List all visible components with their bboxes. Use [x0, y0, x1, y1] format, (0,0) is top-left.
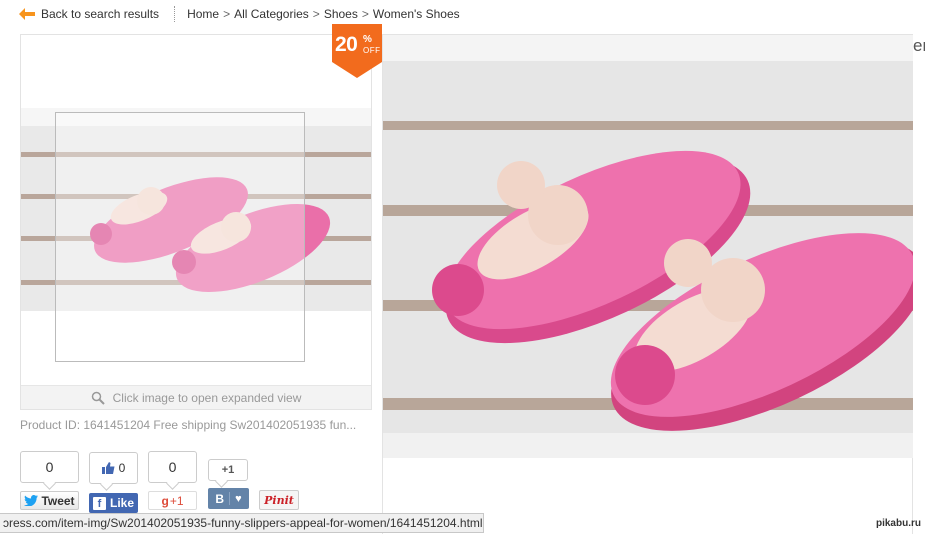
enlarged-image-panel — [382, 34, 913, 534]
top-navigation: Back to search results Home > All Catego… — [18, 6, 460, 22]
breadcrumb-shoes[interactable]: Shoes — [324, 7, 358, 21]
twitter-count: 0 — [20, 451, 79, 483]
facebook-count: 0 — [89, 452, 138, 484]
facebook-count-value: 0 — [118, 461, 126, 475]
pinterest-button[interactable]: Pinit — [259, 490, 299, 510]
expand-image-hint[interactable]: Click image to open expanded view — [21, 385, 371, 409]
discount-off: OFF — [363, 46, 381, 55]
gplus-button[interactable]: g +1 — [148, 491, 197, 510]
product-image-thumbnail[interactable]: Click image to open expanded view — [20, 34, 372, 410]
back-to-search-link[interactable]: Back to search results — [41, 7, 159, 21]
breadcrumb-separator: > — [223, 7, 231, 21]
discount-value: 20 — [335, 33, 358, 56]
twitter-bird-icon — [24, 495, 39, 506]
vk-count: +1 — [208, 459, 248, 481]
breadcrumb-all-categories[interactable]: All Categories — [234, 7, 309, 21]
heart-icon: ♥ — [235, 492, 242, 505]
discount-percent: % — [363, 34, 372, 45]
discount-badge: 20 % OFF — [332, 24, 382, 78]
zoom-lens[interactable] — [55, 112, 305, 362]
vk-label: B — [215, 491, 225, 506]
tweet-label: Tweet — [41, 493, 75, 508]
slippers-enlarged-photo[interactable] — [383, 35, 913, 458]
breadcrumb-home[interactable]: Home — [187, 7, 219, 21]
gplus-g-icon: g — [161, 493, 169, 508]
facebook-f-icon: f — [92, 496, 106, 510]
back-arrow-icon[interactable] — [18, 7, 36, 21]
tweet-button[interactable]: Tweet — [20, 491, 79, 510]
expand-hint-text: Click image to open expanded view — [112, 390, 302, 405]
vk-divider — [229, 492, 231, 505]
facebook-like-button[interactable]: f Like — [89, 493, 138, 513]
nav-divider — [174, 6, 176, 22]
breadcrumb-separator: > — [361, 7, 369, 21]
breadcrumb-separator: > — [312, 7, 320, 21]
breadcrumb-womens-shoes[interactable]: Women's Shoes — [373, 7, 460, 21]
magnifier-icon — [91, 391, 105, 405]
product-id-text: Product ID: 1641451204 Free shipping Sw2… — [20, 418, 357, 432]
vk-like-button[interactable]: B ♥ — [208, 488, 249, 509]
facebook-like-label: Like — [109, 496, 134, 510]
product-title-fragment: er — [913, 36, 925, 55]
browser-status-url: ɔress.com/item-img/Sw201402051935-funny-… — [0, 513, 484, 533]
watermark: pikabu.ru — [875, 518, 921, 529]
gplus-label: +1 — [169, 493, 184, 508]
gplus-count: 0 — [148, 451, 197, 483]
thumbs-up-icon — [101, 462, 115, 474]
